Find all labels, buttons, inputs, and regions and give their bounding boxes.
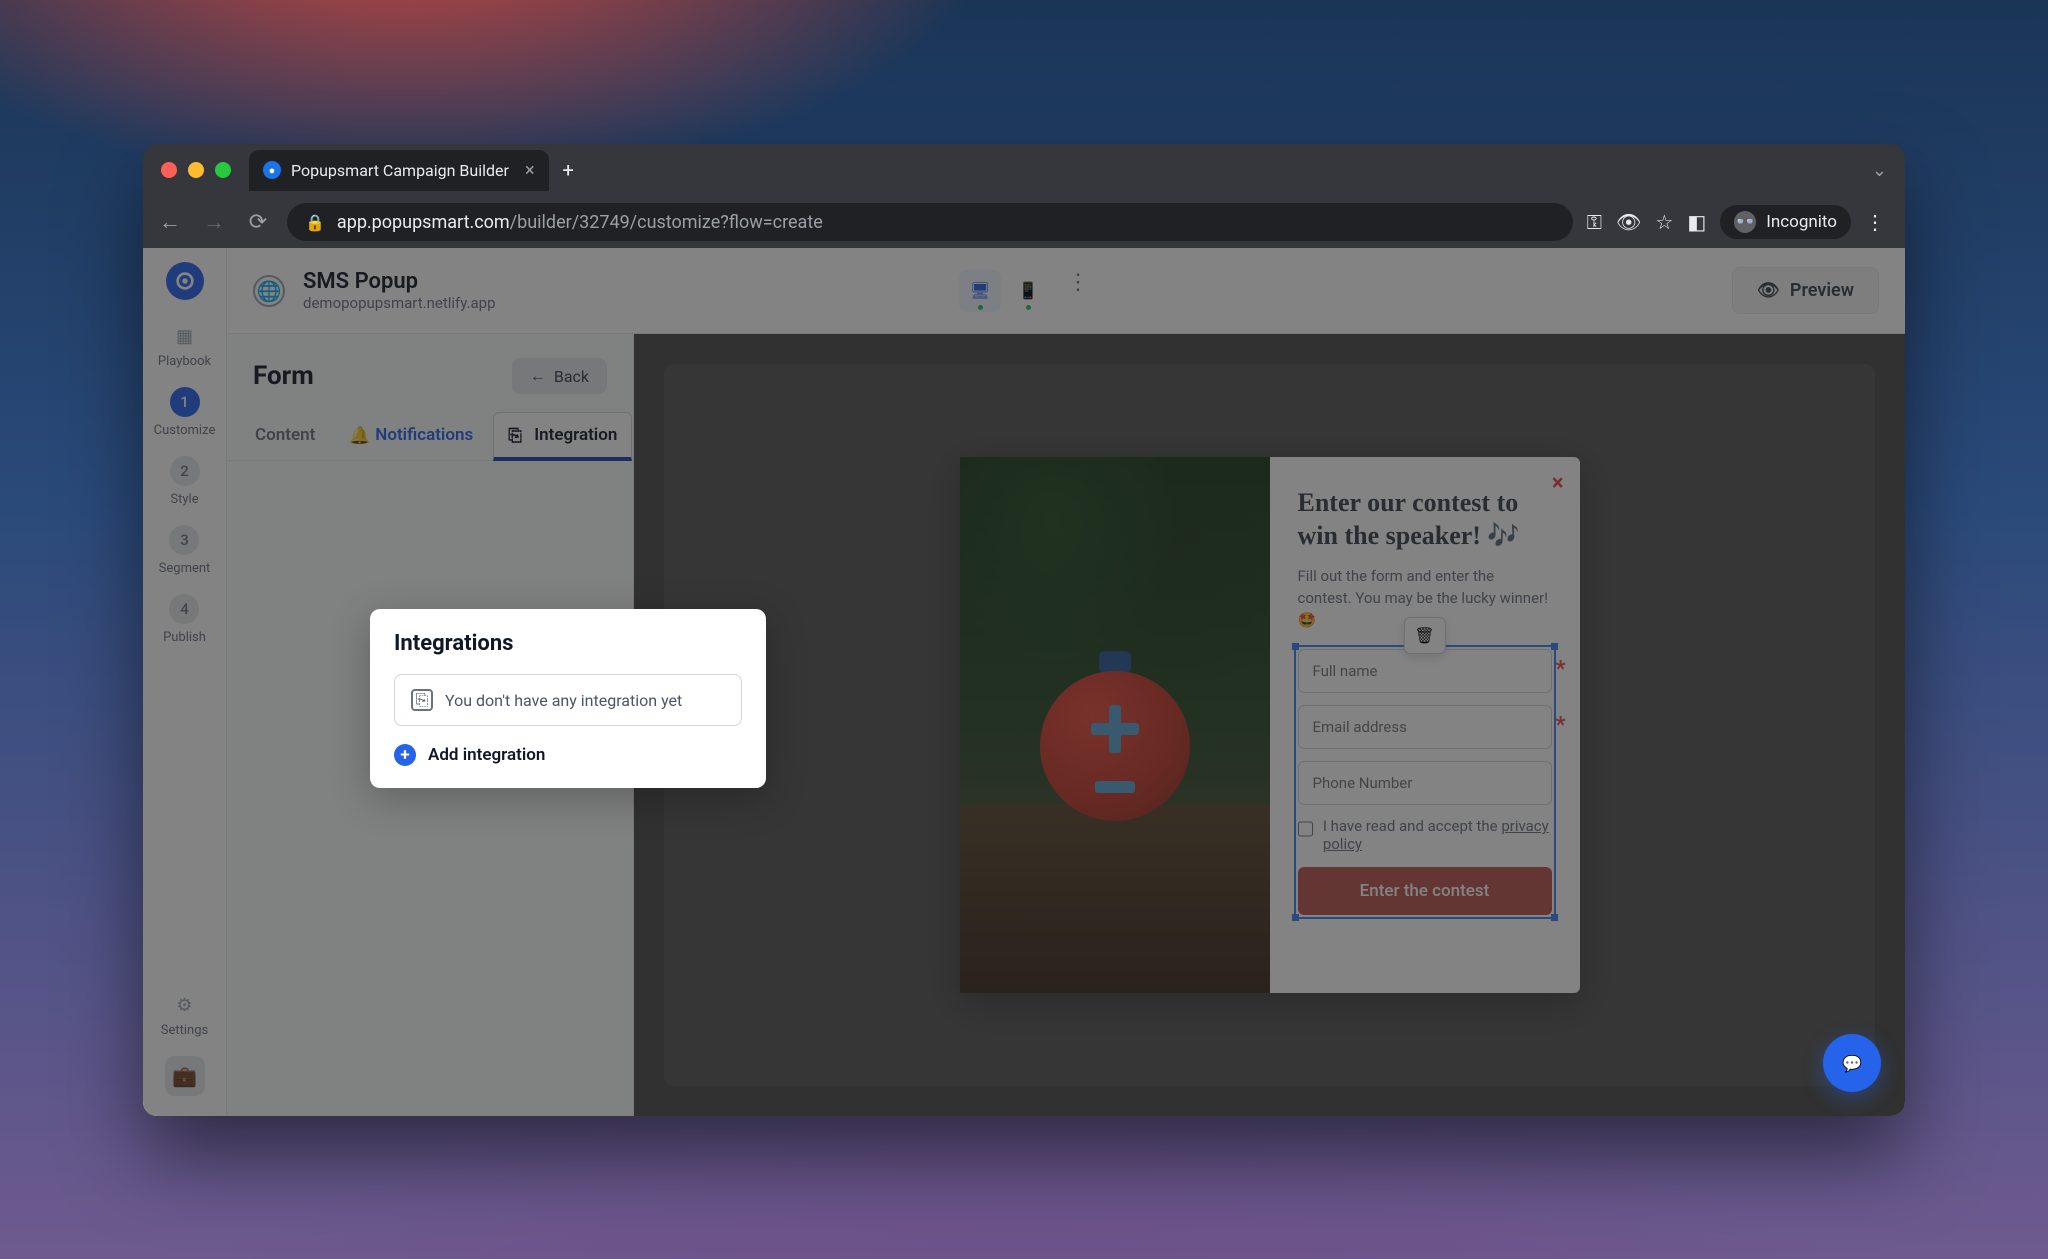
browser-tab[interactable]: ● Popupsmart Campaign Builder × [249, 150, 549, 191]
empty-integrations-box: ⎘ You don't have any integration yet [394, 674, 742, 726]
rail-playbook[interactable]: ▦ Playbook [158, 324, 211, 369]
consent-checkbox-label[interactable]: I have read and accept the privacy polic… [1298, 817, 1552, 853]
eye-off-icon[interactable]: 👁 [1616, 210, 1641, 234]
playbook-icon: ▦ [173, 324, 197, 348]
submit-button[interactable]: Enter the contest [1298, 867, 1552, 915]
popup-close-button[interactable]: × [1552, 471, 1564, 496]
app-logo[interactable] [166, 262, 204, 300]
integration-icon: ⎘ [508, 426, 526, 444]
consent-checkbox[interactable] [1298, 820, 1313, 838]
device-menu-button[interactable]: ⋮ [1067, 270, 1089, 312]
email-input[interactable] [1298, 705, 1552, 749]
rail-step-customize[interactable]: 1 Customize [154, 387, 216, 438]
url-bar[interactable]: 🔒 app.popupsmart.com/builder/32749/custo… [287, 203, 1573, 241]
eye-icon: 👁 [1757, 280, 1780, 301]
lock-icon: 🔒 [305, 213, 325, 232]
canvas: × Enter our contest to win the speaker! … [634, 334, 1905, 1116]
rail-settings[interactable]: ⚙ Settings [161, 993, 208, 1038]
tab-integration[interactable]: ⎘ Integration [493, 412, 632, 461]
required-star: * [1556, 657, 1566, 682]
sidebar-title: Form [253, 361, 314, 391]
key-icon[interactable]: ⚿ [1587, 210, 1602, 234]
incognito-label: Incognito [1766, 212, 1837, 232]
incognito-icon: 👓 [1734, 211, 1756, 233]
rail-step-segment[interactable]: 3 Segment [159, 525, 211, 576]
left-rail: ▦ Playbook 1 Customize 2 Style 3 Segment… [143, 248, 227, 1116]
url-path: /builder/32749/customize?flow=create [510, 212, 823, 233]
favicon-icon: ● [263, 161, 281, 179]
device-desktop-button[interactable]: 🖥 [959, 270, 1001, 312]
required-star: * [1556, 713, 1566, 738]
gear-icon: ⚙ [173, 993, 197, 1017]
sidepanel-icon[interactable]: ◧ [1687, 210, 1706, 234]
canvas-inner: × Enter our contest to win the speaker! … [664, 364, 1875, 1086]
popup-title: Enter our contest to win the speaker! 🎶 [1298, 487, 1552, 552]
tab-content[interactable]: Content [241, 412, 329, 460]
mobile-icon: 📱 [1018, 281, 1038, 300]
tab-close-button[interactable]: × [525, 160, 535, 181]
back-button[interactable]: ← [155, 209, 185, 235]
preview-button[interactable]: 👁 Preview [1732, 267, 1879, 314]
browser-titlebar: ● Popupsmart Campaign Builder × + ⌄ [143, 144, 1905, 196]
rail-account-button[interactable]: 💼 [165, 1056, 205, 1096]
campaign-url: demopopupsmart.netlify.app [303, 294, 496, 312]
editor-header: 🌐 SMS Popup demopopupsmart.netlify.app 🖥… [227, 248, 1905, 334]
forward-button[interactable]: → [199, 209, 229, 235]
trash-icon: 🗑 [1414, 626, 1434, 645]
window-close-button[interactable] [161, 162, 177, 178]
delete-element-button[interactable]: 🗑 [1403, 617, 1445, 654]
add-integration-button[interactable]: + Add integration [394, 744, 742, 766]
popup-preview: × Enter our contest to win the speaker! … [960, 457, 1580, 993]
globe-icon: 🌐 [253, 275, 285, 307]
bookmark-icon[interactable]: ☆ [1655, 210, 1673, 234]
tab-notifications[interactable]: 🔔 Notifications [335, 412, 487, 460]
sidebar-back-button[interactable]: ← Back [512, 358, 607, 394]
device-mobile-button[interactable]: 📱 [1007, 270, 1049, 312]
url-domain: app.popupsmart.com [337, 212, 510, 233]
browser-menu-button[interactable]: ⋮ [1865, 210, 1885, 234]
tab-title: Popupsmart Campaign Builder [291, 161, 509, 180]
popover-title: Integrations [394, 631, 742, 656]
campaign-title: SMS Popup [303, 269, 496, 294]
browser-toolbar: ← → ⟳ 🔒 app.popupsmart.com/builder/32749… [143, 196, 1905, 248]
sidebar-tabs: Content 🔔 Notifications ⎘ Integration [227, 412, 633, 461]
window-minimize-button[interactable] [188, 162, 204, 178]
popup-form: × Enter our contest to win the speaker! … [1270, 457, 1580, 993]
reload-button[interactable]: ⟳ [243, 210, 273, 235]
fullname-input[interactable] [1298, 649, 1552, 693]
integrations-popover: Integrations ⎘ You don't have any integr… [370, 609, 766, 788]
form-selected-region[interactable]: 🗑 * * [1294, 645, 1556, 919]
window-maximize-button[interactable] [215, 162, 231, 178]
arrow-left-icon: ← [530, 366, 546, 386]
desktop-icon: 🖥 [970, 281, 990, 300]
chat-icon: 💬 [1842, 1054, 1862, 1073]
chat-widget-button[interactable]: 💬 [1823, 1034, 1881, 1092]
integration-box-icon: ⎘ [411, 689, 433, 711]
empty-message: You don't have any integration yet [445, 691, 682, 710]
bell-icon: 🔔 [349, 426, 367, 444]
phone-input[interactable] [1298, 761, 1552, 805]
rail-step-publish[interactable]: 4 Publish [163, 594, 206, 645]
tabs-dropdown-icon[interactable]: ⌄ [1872, 160, 1887, 181]
browser-window: ● Popupsmart Campaign Builder × + ⌄ ← → … [143, 144, 1905, 1116]
incognito-badge[interactable]: 👓 Incognito [1720, 205, 1851, 239]
plus-icon: + [394, 744, 416, 766]
new-tab-button[interactable]: + [563, 158, 574, 182]
rail-step-style[interactable]: 2 Style [170, 456, 200, 507]
popup-image [960, 457, 1270, 993]
briefcase-icon: 💼 [172, 1064, 197, 1088]
